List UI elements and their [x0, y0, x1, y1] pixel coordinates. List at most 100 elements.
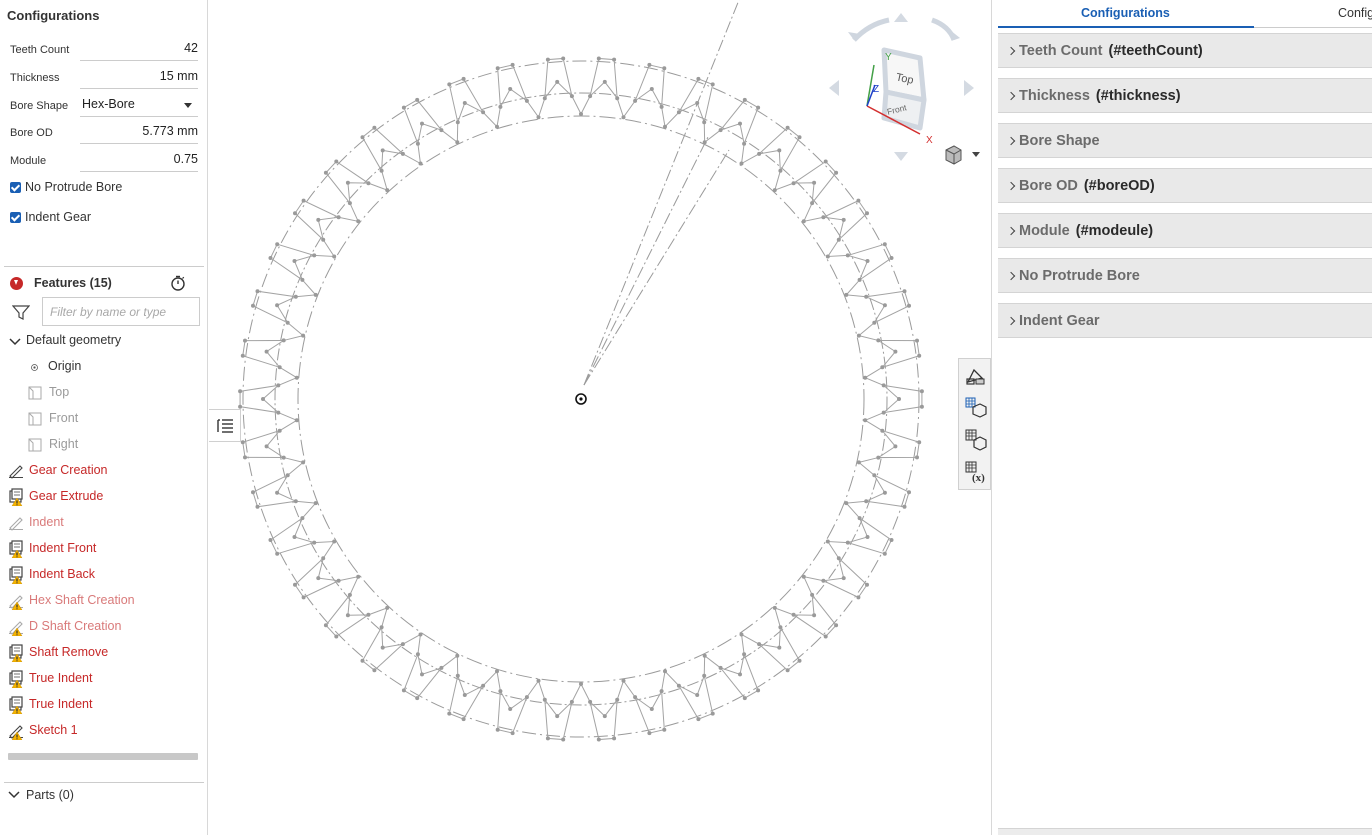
rollback-timer-icon[interactable]	[170, 275, 186, 291]
variables-table-icon[interactable]: (x)	[962, 458, 988, 484]
sketch-vertex	[347, 201, 352, 206]
module-value[interactable]: 0.75	[174, 152, 198, 166]
configurations-table-icon[interactable]	[962, 426, 988, 452]
sketch-vertex	[447, 82, 452, 87]
checkbox-checked-icon[interactable]	[10, 182, 21, 193]
feature-item[interactable]: Indent Front	[8, 538, 203, 560]
chevron-right-icon[interactable]	[1006, 91, 1016, 101]
bore-od-field[interactable]: Bore OD 5.773 mm	[10, 122, 198, 144]
sketch-vertex	[415, 696, 420, 701]
config-section[interactable]: Module (#modeule)	[998, 213, 1372, 248]
feature-label: Indent	[29, 515, 64, 529]
parts-section[interactable]: Parts (0)	[8, 786, 198, 806]
bore-od-value[interactable]: 5.773 mm	[142, 124, 198, 138]
list-icon[interactable]	[209, 410, 241, 443]
tree-default-geometry[interactable]: Default geometry	[8, 330, 203, 352]
chevron-down-icon[interactable]	[8, 334, 26, 350]
sketch-vertex	[380, 645, 385, 650]
no-protrude-bore-label: No Protrude Bore	[25, 180, 123, 194]
horizontal-scrollbar[interactable]	[8, 753, 198, 760]
sketch-vertex	[821, 215, 826, 220]
sketch-vertex	[251, 490, 255, 495]
sketch-vertex	[812, 613, 817, 618]
sketch-vertex	[742, 141, 747, 146]
view-cube-menu[interactable]	[945, 145, 980, 165]
sketch-vertex	[865, 535, 870, 539]
chevron-right-icon[interactable]	[1006, 271, 1016, 281]
feature-item[interactable]: Gear Extrude	[8, 486, 203, 508]
filter-input[interactable]	[42, 297, 200, 326]
sketch-vertex	[401, 688, 406, 693]
config-section[interactable]: Bore Shape	[998, 123, 1372, 158]
view-cube[interactable]: Top Front X Y Z	[824, 10, 984, 170]
chevron-right-icon[interactable]	[1006, 316, 1016, 326]
sketch-vertex	[662, 66, 667, 71]
sketch-vertex	[462, 693, 467, 697]
gear-tooth	[448, 78, 501, 128]
config-section-name: Thickness	[1019, 88, 1090, 104]
feature-item[interactable]: Shaft Remove	[8, 642, 203, 664]
checkbox-checked-icon[interactable]	[10, 212, 21, 223]
config-section-name: No Protrude Bore	[1019, 268, 1140, 284]
sketch-vertex	[702, 653, 707, 658]
tree-front-plane[interactable]: Front	[28, 408, 223, 430]
sketch-vertex	[555, 714, 560, 719]
display-states-icon[interactable]	[962, 394, 988, 420]
chevron-right-icon[interactable]	[1006, 136, 1016, 146]
chevron-down-icon[interactable]	[8, 789, 22, 801]
config-section[interactable]: Thickness (#thickness)	[998, 78, 1372, 113]
filter-icon[interactable]	[12, 305, 30, 321]
origin-label: Origin	[48, 359, 82, 373]
chevron-right-icon[interactable]	[1006, 226, 1016, 236]
feature-item[interactable]: Sketch 1	[8, 720, 203, 742]
feature-list-toggle[interactable]	[209, 409, 241, 442]
sketch-icon	[9, 465, 23, 479]
thickness-value[interactable]: 15 mm	[160, 69, 198, 83]
feature-label: Gear Creation	[29, 463, 108, 477]
sketch-vertex	[777, 645, 782, 650]
feature-item[interactable]: True Indent	[8, 668, 203, 690]
feature-item[interactable]: Gear Creation	[8, 460, 203, 482]
feature-item[interactable]: Indent Back	[8, 564, 203, 586]
sketch-vertex	[772, 188, 777, 193]
bore-shape-value[interactable]: Hex-Bore	[82, 97, 135, 111]
chevron-right-icon[interactable]	[1006, 46, 1016, 56]
sketch-vertex	[778, 625, 783, 630]
thickness-field[interactable]: Thickness 15 mm	[10, 67, 198, 89]
configurations-title: Configurations	[7, 8, 100, 23]
sketch-vertex	[293, 582, 297, 587]
config-section[interactable]: Indent Gear	[998, 303, 1372, 338]
appearance-icon[interactable]	[962, 362, 988, 388]
teeth-count-value[interactable]: 42	[184, 41, 198, 55]
extrude-icon	[9, 540, 23, 558]
sketch-vertex	[893, 444, 898, 449]
tree-right-plane[interactable]: Right	[28, 434, 223, 456]
bore-shape-select[interactable]: Bore Shape Hex-Bore	[10, 95, 198, 117]
tab-configurations[interactable]: Configurations	[1081, 6, 1170, 20]
config-section[interactable]: Teeth Count (#teethCount)	[998, 33, 1372, 68]
module-field[interactable]: Module 0.75	[10, 150, 198, 172]
config-section[interactable]: No Protrude Bore	[998, 258, 1372, 293]
sketch-vertex	[447, 711, 452, 716]
sketch-vertex	[277, 428, 282, 433]
feature-item[interactable]: Indent	[8, 512, 203, 534]
sketch-vertex	[255, 504, 260, 509]
3d-viewport[interactable]: Top Front X Y Z	[209, 0, 991, 835]
feature-item[interactable]: D Shaft Creation	[8, 616, 203, 638]
tab-configurations-2[interactable]: Configu	[1338, 6, 1372, 20]
tree-origin[interactable]: Origin	[30, 356, 225, 378]
sketch-vertex	[510, 731, 515, 736]
chevron-right-icon[interactable]	[1006, 181, 1016, 191]
feature-item[interactable]: True Indent	[8, 694, 203, 716]
feature-item[interactable]: Hex Shaft Creation	[8, 590, 203, 612]
config-section[interactable]: Bore OD (#boreOD)	[998, 168, 1372, 203]
teeth-count-field[interactable]: Teeth Count 42	[10, 39, 198, 61]
features-header: Features (15)	[8, 274, 198, 294]
chevron-down-icon[interactable]	[184, 103, 192, 108]
tree-top-plane[interactable]: Top	[28, 382, 223, 404]
error-icon[interactable]	[10, 277, 23, 290]
sketch-vertex	[240, 440, 245, 445]
sketch-vertex	[275, 242, 280, 247]
sketch-vertex	[255, 289, 260, 294]
feature-filter	[10, 297, 200, 327]
